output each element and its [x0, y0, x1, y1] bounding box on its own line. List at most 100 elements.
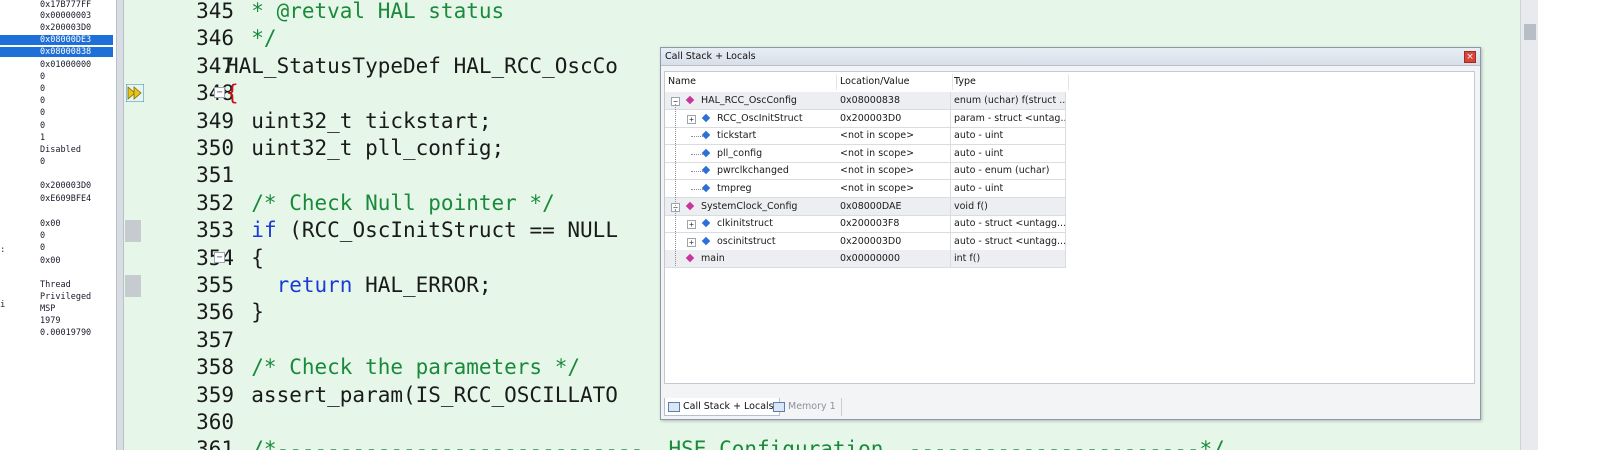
- call-stack-row[interactable]: + clkinitstruct 0x200003F8 auto - struct <u…: [665, 215, 1066, 234]
- row-name: HAL_RCC_OscConfig: [701, 95, 797, 106]
- row-name: tmpreg: [717, 183, 752, 194]
- call-stack-row[interactable]: tickstart <not in scope> auto - uint: [665, 127, 1066, 146]
- row-name-cell[interactable]: pll_config: [665, 145, 837, 163]
- line-number: 347: [196, 53, 234, 78]
- panel-splitter[interactable]: [116, 0, 124, 450]
- code-text: }: [226, 299, 264, 326]
- expand-icon[interactable]: +: [687, 114, 696, 124]
- call-stack-row[interactable]: + RCC_OscInitStruct 0x200003D0 param - stru…: [665, 109, 1066, 128]
- register-value[interactable]: 0: [40, 243, 45, 253]
- row-name-cell[interactable]: main: [665, 250, 837, 269]
- code-comment: */: [226, 26, 277, 51]
- column-header-name[interactable]: Name: [668, 74, 837, 90]
- row-location-value[interactable]: <not in scope>: [837, 127, 951, 146]
- line-number: 350: [196, 136, 234, 160]
- row-name-cell[interactable]: + oscinitstruct: [665, 233, 837, 251]
- row-name-cell[interactable]: + RCC_OscInitStruct: [665, 110, 837, 128]
- register-value[interactable]: Privileged: [40, 292, 91, 302]
- window-edge: [1538, 0, 1599, 450]
- variable-diamond-icon: [701, 113, 711, 122]
- line-number: 353: [196, 218, 234, 243]
- register-value[interactable]: 0x08000DE3: [0, 35, 113, 45]
- row-type: void f(): [951, 197, 1066, 216]
- register-tree-marker: :: [0, 245, 6, 255]
- register-value[interactable]: 0: [40, 84, 45, 94]
- code-text: return HAL_ERROR;: [226, 272, 492, 299]
- row-location-value[interactable]: <not in scope>: [837, 144, 951, 163]
- row-location-value[interactable]: 0x200003D0: [837, 232, 951, 251]
- call-stack-row[interactable]: main 0x00000000 int f(): [665, 250, 1066, 269]
- register-value[interactable]: 1: [40, 133, 45, 143]
- fold-toggle-icon[interactable]: −: [214, 251, 225, 263]
- register-value[interactable]: 0x00: [40, 256, 60, 266]
- call-stack-row[interactable]: pwrclkchanged <not in scope> auto - enum (…: [665, 162, 1066, 181]
- expand-icon[interactable]: +: [687, 220, 696, 230]
- register-value[interactable]: 0: [40, 108, 45, 118]
- row-location-value[interactable]: <not in scope>: [837, 180, 951, 198]
- variable-diamond-icon: [701, 166, 711, 175]
- register-value[interactable]: 0x00: [40, 219, 60, 229]
- tab-call-stack-locals[interactable]: Call Stack + Locals: [664, 398, 780, 416]
- register-value[interactable]: 0x00000003: [40, 11, 91, 21]
- variable-diamond-icon: [701, 183, 711, 193]
- register-value[interactable]: 0: [40, 231, 45, 241]
- code-text: /* Check Null pointer */: [226, 190, 554, 217]
- register-value[interactable]: 0x01000000: [40, 60, 91, 70]
- call-stack-row[interactable]: − HAL_RCC_OscConfig 0x08000838 enum (uchar)…: [665, 92, 1066, 110]
- row-name-cell[interactable]: pwrclkchanged: [665, 162, 837, 181]
- row-name-cell[interactable]: − SystemClock_Config: [665, 197, 837, 216]
- register-value[interactable]: 0x17B777FF: [40, 0, 91, 10]
- row-name-cell[interactable]: − HAL_RCC_OscConfig: [665, 92, 837, 110]
- tab-label: Call Stack + Locals: [683, 401, 774, 412]
- register-value[interactable]: 0x200003D0: [40, 23, 91, 33]
- call-stack-row[interactable]: − SystemClock_Config 0x08000DAE void f(): [665, 197, 1066, 216]
- register-value[interactable]: 0: [40, 121, 45, 131]
- register-value[interactable]: 0x08000838: [0, 47, 113, 57]
- row-location-value[interactable]: 0x200003F8: [837, 215, 951, 234]
- register-value[interactable]: 0: [40, 157, 45, 167]
- register-value[interactable]: Disabled: [40, 145, 81, 155]
- row-type: param - struct <untag...: [951, 109, 1066, 128]
- register-value[interactable]: 0: [40, 72, 45, 82]
- call-stack-row[interactable]: + oscinitstruct 0x200003D0 auto - struct <u…: [665, 232, 1066, 251]
- register-value[interactable]: Thread: [40, 280, 71, 290]
- call-stack-grid[interactable]: Name Location/Value Type − HAL_RCC_OscCon…: [664, 71, 1475, 384]
- register-value[interactable]: 0: [40, 96, 45, 106]
- row-name-cell[interactable]: tmpreg: [665, 180, 837, 198]
- line-number: 361: [196, 437, 234, 450]
- row-name: oscinitstruct: [717, 235, 776, 247]
- column-header-type[interactable]: Type: [954, 74, 1069, 90]
- code-comment: * @retval HAL status: [226, 0, 505, 23]
- code-text: /*----------------------------- HSE Conf…: [226, 436, 1225, 450]
- expand-icon[interactable]: +: [687, 237, 696, 247]
- row-type: enum (uchar) f(struct ...: [951, 92, 1066, 110]
- row-location-value[interactable]: 0x08000838: [837, 92, 951, 110]
- scrollbar-thumb[interactable]: [1524, 24, 1536, 40]
- row-location-value[interactable]: 0x200003D0: [837, 109, 951, 128]
- row-location-value[interactable]: 0x00000000: [837, 250, 951, 269]
- row-name: clkinitstruct: [717, 218, 773, 230]
- row-name-cell[interactable]: tickstart: [665, 127, 837, 146]
- row-name-cell[interactable]: + clkinitstruct: [665, 215, 837, 234]
- call-stack-row[interactable]: pll_config <not in scope> auto - uint: [665, 144, 1066, 163]
- window-title: Call Stack + Locals: [665, 51, 756, 62]
- call-stack-row[interactable]: tmpreg <not in scope> auto - uint: [665, 180, 1066, 198]
- editor-vertical-scrollbar[interactable]: [1520, 0, 1538, 450]
- tab-memory-1[interactable]: Memory 1: [770, 398, 842, 416]
- window-titlebar[interactable]: Call Stack + Locals ×: [661, 48, 1480, 66]
- register-tree-marker: i: [0, 300, 6, 310]
- call-stack-locals-window[interactable]: Call Stack + Locals × Name Location/Valu…: [660, 47, 1481, 420]
- code-line[interactable]: 361 /*----------------------------- HSE …: [124, 436, 1520, 450]
- row-location-value[interactable]: <not in scope>: [837, 162, 951, 181]
- register-value[interactable]: 1979: [40, 316, 60, 326]
- register-value[interactable]: 0.00019790: [40, 328, 91, 338]
- column-header-location[interactable]: Location/Value: [840, 74, 953, 90]
- row-location-value[interactable]: 0x08000DAE: [837, 197, 951, 216]
- memory-icon: [773, 402, 785, 412]
- close-icon[interactable]: ×: [1464, 51, 1476, 63]
- register-value[interactable]: 0x200003D0: [40, 181, 91, 191]
- register-value[interactable]: 0xE609BFE4: [40, 194, 91, 204]
- code-line[interactable]: 345 * @retval HAL status: [124, 0, 1520, 25]
- register-value[interactable]: MSP: [40, 304, 55, 314]
- fold-toggle-icon[interactable]: −: [214, 87, 225, 99]
